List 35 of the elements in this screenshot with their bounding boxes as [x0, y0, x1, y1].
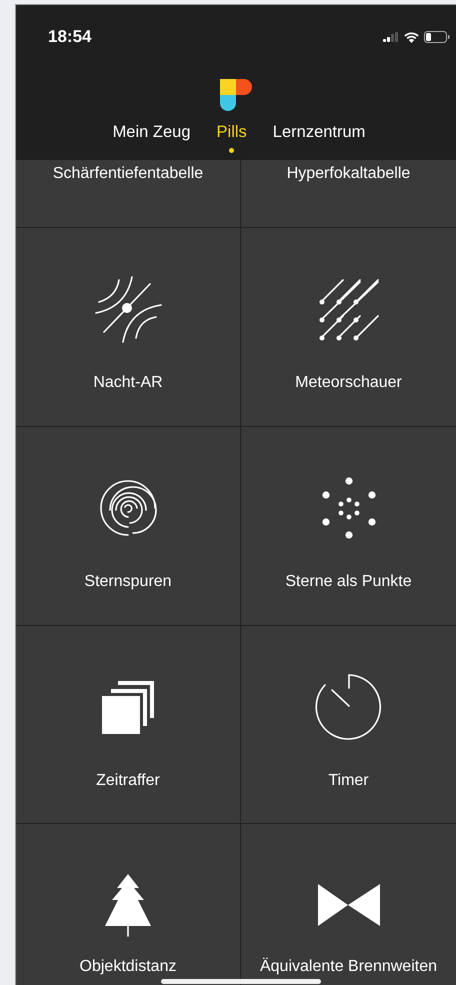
battery-icon — [424, 31, 450, 43]
nav-tab[interactable]: Lernzentrum — [262, 119, 376, 146]
tool-label: Äquivalente Brennweiten — [260, 958, 437, 976]
tool-label: Hyperfokaltabelle — [286, 165, 410, 183]
nav-tab[interactable]: Mein Zeug — [102, 119, 201, 146]
tool-label: Sterne als Punkte — [285, 573, 412, 591]
tool-label: Timer — [328, 772, 369, 790]
tool-tile[interactable]: Meteorschauer — [241, 228, 456, 426]
arcs-and-point-icon — [92, 273, 164, 345]
stacked-squares-icon — [100, 678, 156, 736]
tool-tile[interactable]: Hyperfokaltabelle — [241, 160, 456, 227]
tool-label: Objektdistanz — [80, 958, 176, 976]
bowtie-icon — [316, 882, 382, 928]
tool-label: Sternspuren — [84, 573, 172, 591]
tool-label: Schärfentiefentabelle — [52, 165, 204, 183]
tree-icon — [103, 872, 153, 938]
tool-tile[interactable]: Nacht-AR — [16, 228, 240, 426]
app-logo — [220, 79, 252, 111]
nav-tab[interactable]: Pills — [206, 119, 257, 146]
meteor-lines-icon — [316, 276, 380, 342]
status-time: 18:54 — [48, 27, 92, 47]
tool-tile[interactable]: Äquivalente Brennweiten — [241, 824, 456, 985]
tool-tile[interactable]: Zeitraffer — [16, 626, 240, 823]
tool-tile[interactable]: Objektdistanz — [16, 824, 240, 985]
signal-icon — [383, 32, 399, 42]
tool-tile[interactable]: Schärfentiefentabelle — [16, 160, 240, 227]
tool-tile[interactable]: Sterne als Punkte — [241, 427, 456, 625]
tool-label: Nacht-AR — [93, 374, 163, 392]
tool-label: Zeitraffer — [96, 772, 160, 790]
spiral-icon — [98, 478, 158, 538]
tool-tile[interactable]: Timer — [241, 626, 456, 823]
tool-tile[interactable]: Sternspuren — [16, 427, 240, 625]
wifi-icon — [404, 32, 419, 42]
selected-dot — [229, 148, 234, 153]
tool-label: Meteorschauer — [295, 374, 402, 392]
